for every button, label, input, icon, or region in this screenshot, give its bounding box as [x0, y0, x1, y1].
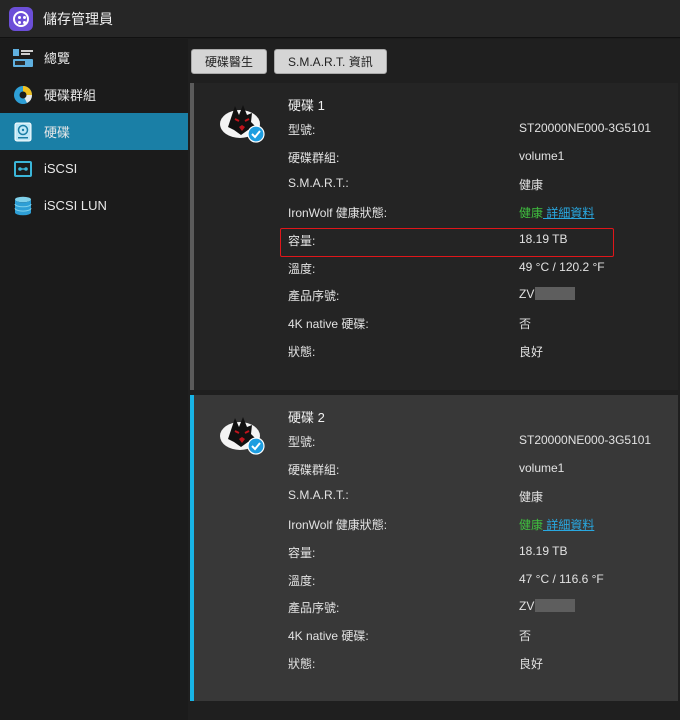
row-status: 狀態: 良好 [288, 340, 678, 360]
value-capacity: 18.19 TB [519, 232, 568, 246]
value-pool: volume1 [519, 149, 565, 163]
label-temperature: 溫度: [288, 262, 316, 276]
value-status: 良好 [519, 657, 544, 671]
label-native4k: 4K native 硬碟: [288, 317, 369, 331]
value-model: ST20000NE000-3G5101 [519, 121, 652, 135]
label-status: 狀態: [288, 345, 316, 359]
label-pool: 硬碟群組: [288, 151, 340, 165]
label-serial: 產品序號: [288, 289, 340, 303]
sidebar-item-storage-pool[interactable]: 硬碟群組 [0, 76, 188, 113]
serial-redaction [535, 287, 576, 300]
label-serial: 產品序號: [288, 601, 340, 615]
label-capacity: 容量: [288, 234, 316, 248]
row-ironwolf: IronWolf 健康狀態: 健康 詳細資料 [288, 201, 678, 221]
value-capacity: 18.19 TB [519, 544, 568, 558]
label-ironwolf: IronWolf 健康狀態: [288, 518, 388, 532]
storage-pool-icon [14, 85, 32, 104]
value-serial: ZV [519, 287, 576, 301]
seagate-ironwolf-icon [220, 417, 265, 455]
iscsi-icon [14, 160, 32, 177]
sidebar-item-label: 硬碟群組 [44, 88, 97, 103]
label-model: 型號: [288, 435, 316, 449]
label-smart: S.M.A.R.T.: [288, 488, 349, 502]
label-temperature: 溫度: [288, 574, 316, 588]
row-model: 型號: ST20000NE000-3G5101 [288, 430, 678, 450]
value-smart: 健康 [519, 490, 544, 504]
row-status: 狀態: 良好 [288, 652, 678, 672]
value-temperature: 47 °C / 116.6 °F [519, 572, 604, 586]
ironwolf-details-link[interactable]: 詳細資料 [543, 206, 594, 220]
row-serial: 產品序號: ZV [288, 596, 678, 616]
sidebar-item-iscsi[interactable]: iSCSI [0, 150, 188, 187]
title-bar: 儲存管理員 [0, 0, 680, 38]
row-temperature: 溫度: 47 °C / 116.6 °F [288, 569, 678, 589]
main-panel: 硬碟醫生 S.M.A.R.T. 資訊 硬碟 1 型號: ST20000NE000… [188, 39, 680, 720]
value-native4k: 否 [519, 629, 532, 643]
row-capacity: 容量: 18.19 TB [288, 541, 678, 561]
hdd-icon [14, 122, 32, 141]
disk-title: 硬碟 2 [288, 410, 325, 425]
value-ironwolf: 健康 詳細資料 [519, 204, 594, 221]
sidebar-item-label: iSCSI LUN [44, 198, 107, 213]
value-model: ST20000NE000-3G5101 [519, 433, 652, 447]
row-temperature: 溫度: 49 °C / 120.2 °F [288, 257, 678, 277]
row-capacity: 容量: 18.19 TB [288, 229, 678, 249]
disk-card-1[interactable]: 硬碟 1 型號: ST20000NE000-3G5101 硬碟群組: volum… [190, 83, 678, 390]
smart-info-button[interactable]: S.M.A.R.T. 資訊 [274, 49, 387, 74]
value-smart: 健康 [519, 178, 544, 192]
row-ironwolf: IronWolf 健康狀態: 健康 詳細資料 [288, 513, 678, 533]
overview-icon [13, 48, 33, 67]
ironwolf-health-status: 健康 [519, 206, 544, 220]
label-status: 狀態: [288, 657, 316, 671]
sidebar-item-disks[interactable]: 硬碟 [0, 113, 188, 150]
label-capacity: 容量: [288, 546, 316, 560]
value-status: 良好 [519, 345, 544, 359]
label-native4k: 4K native 硬碟: [288, 629, 369, 643]
value-serial: ZV [519, 599, 576, 613]
row-native4k: 4K native 硬碟: 否 [288, 312, 678, 332]
disk-card-2[interactable]: 硬碟 2 型號: ST20000NE000-3G5101 硬碟群組: volum… [190, 395, 678, 701]
iscsi-lun-icon [14, 196, 32, 215]
disk-title: 硬碟 1 [288, 98, 325, 113]
app-title: 儲存管理員 [43, 10, 113, 27]
value-ironwolf: 健康 詳細資料 [519, 516, 594, 533]
value-temperature: 49 °C / 120.2 °F [519, 260, 605, 274]
toolbar: 硬碟醫生 S.M.A.R.T. 資訊 [191, 49, 387, 74]
row-smart: S.M.A.R.T.: 健康 [288, 485, 678, 505]
row-model: 型號: ST20000NE000-3G5101 [288, 118, 678, 138]
row-pool: 硬碟群組: volume1 [288, 146, 678, 166]
sidebar-item-iscsi-lun[interactable]: iSCSI LUN [0, 187, 188, 224]
storage-manager-icon [9, 6, 33, 31]
label-smart: S.M.A.R.T.: [288, 176, 349, 190]
row-serial: 產品序號: ZV [288, 284, 678, 304]
sidebar-item-label: 總覽 [44, 51, 71, 66]
ironwolf-health-status: 健康 [519, 518, 544, 532]
disk-doctor-button[interactable]: 硬碟醫生 [191, 49, 268, 74]
sidebar: 總覽 硬碟群組 硬碟 iSCSI iSCSI LUN [0, 39, 188, 720]
ironwolf-details-link[interactable]: 詳細資料 [543, 518, 594, 532]
label-ironwolf: IronWolf 健康狀態: [288, 206, 388, 220]
label-pool: 硬碟群組: [288, 463, 340, 477]
sidebar-item-label: 硬碟 [44, 125, 71, 140]
row-smart: S.M.A.R.T.: 健康 [288, 173, 678, 193]
sidebar-item-label: iSCSI [44, 161, 78, 176]
label-model: 型號: [288, 123, 316, 137]
seagate-ironwolf-icon [220, 105, 265, 143]
serial-redaction [535, 599, 576, 612]
sidebar-item-overview[interactable]: 總覽 [0, 39, 188, 76]
serial-prefix: ZV [519, 599, 535, 613]
value-native4k: 否 [519, 317, 532, 331]
row-native4k: 4K native 硬碟: 否 [288, 624, 678, 644]
value-pool: volume1 [519, 461, 565, 475]
row-pool: 硬碟群組: volume1 [288, 458, 678, 478]
serial-prefix: ZV [519, 287, 535, 301]
